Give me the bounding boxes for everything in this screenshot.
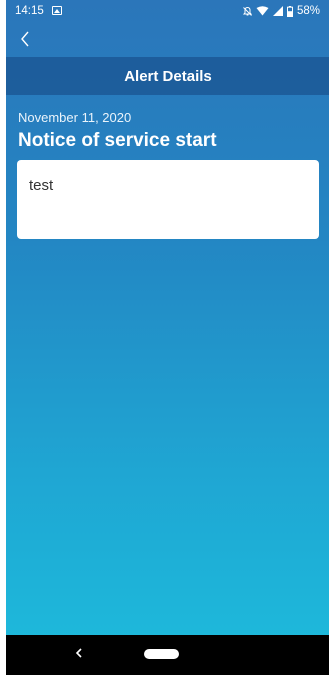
back-triangle-icon: [75, 645, 83, 663]
message-card: test: [17, 160, 319, 239]
status-icons: 58%: [242, 5, 320, 17]
top-nav: [6, 26, 329, 56]
signal-icon: [272, 6, 283, 16]
battery-percentage: 58%: [296, 5, 320, 17]
status-bar: 14:15 58%: [6, 0, 329, 22]
status-time: 14:15: [15, 5, 44, 17]
system-back-button[interactable]: [69, 644, 89, 664]
home-pill-icon[interactable]: [144, 649, 179, 659]
bell-off-icon: [242, 6, 253, 16]
page-title: Alert Details: [124, 67, 212, 85]
message-body: test: [29, 177, 54, 194]
title-bar: Alert Details: [6, 57, 329, 95]
wifi-icon: [256, 6, 269, 16]
back-button[interactable]: [14, 30, 36, 52]
alert-date: November 11, 2020: [18, 110, 132, 125]
image-icon: [52, 6, 62, 15]
alert-title: Notice of service start: [18, 130, 217, 151]
app-screen: 14:15 58% Alert Details November 11, 202…: [6, 0, 329, 675]
chevron-left-icon: [20, 31, 30, 52]
system-navigation-bar: [6, 635, 329, 675]
battery-icon: [286, 5, 293, 17]
